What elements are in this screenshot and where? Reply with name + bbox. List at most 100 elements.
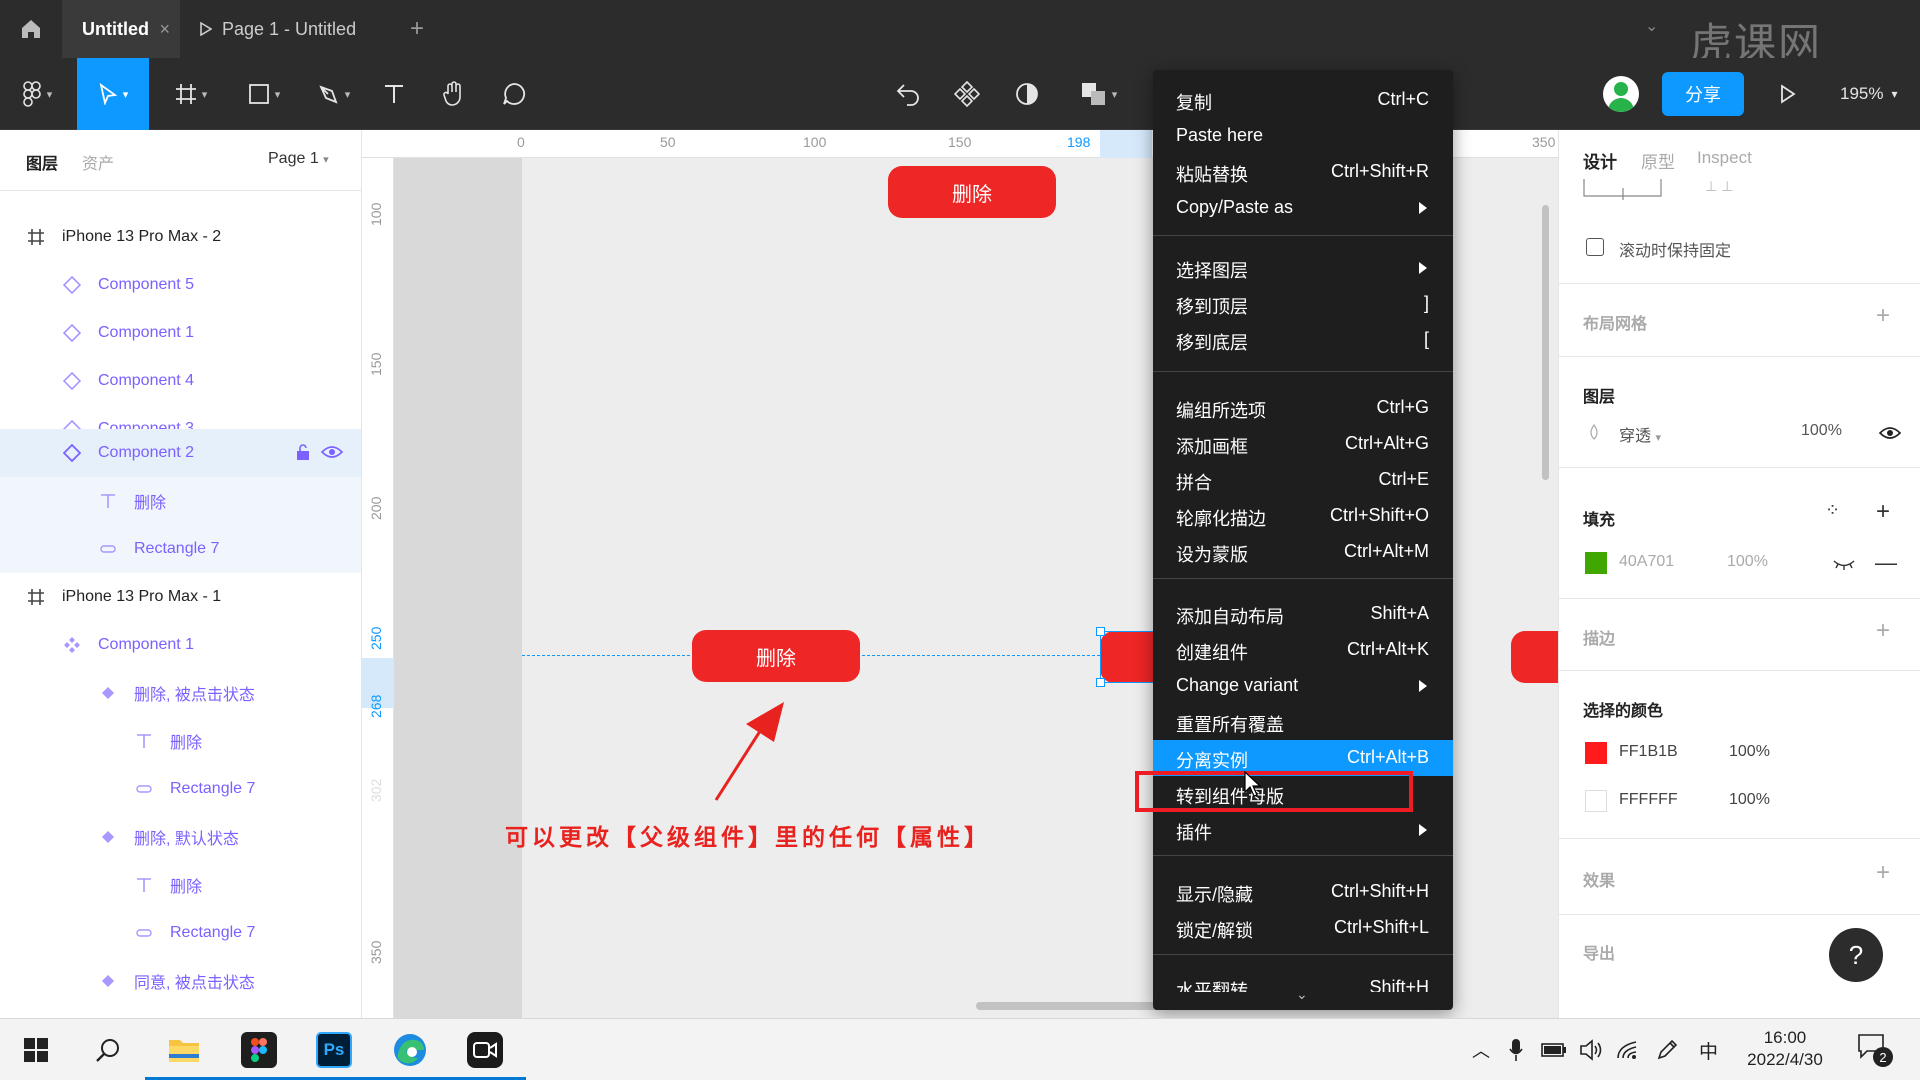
menu-item-show-hide[interactable]: 显示/隐藏 Ctrl+Shift+H xyxy=(1153,874,1453,910)
figma-taskbar-button[interactable] xyxy=(238,1029,280,1071)
text-tool[interactable] xyxy=(378,58,410,130)
selection-color-opacity[interactable]: 100% xyxy=(1729,743,1770,761)
menu-item-send-to-back[interactable]: 移到底层 [ xyxy=(1153,322,1453,358)
menu-item-select-layer[interactable]: 选择图层 xyxy=(1153,250,1453,286)
add-fill-icon[interactable]: + xyxy=(1876,498,1890,526)
selection-color-swatch[interactable] xyxy=(1585,790,1607,812)
fill-swatch[interactable] xyxy=(1585,552,1607,574)
layer-opacity[interactable]: 100% xyxy=(1801,422,1842,440)
menu-item-copy-paste-as[interactable]: Copy/Paste as xyxy=(1153,190,1453,226)
mask-tool[interactable] xyxy=(1011,58,1043,130)
delete-button-instance[interactable]: 删除 xyxy=(692,630,860,682)
edge-taskbar-button[interactable] xyxy=(389,1029,431,1071)
comment-tool[interactable] xyxy=(498,58,530,130)
menu-item-change-variant[interactable]: Change variant xyxy=(1153,668,1453,704)
tab-untitled[interactable]: Untitled × xyxy=(62,0,180,58)
layer-row-rectangle[interactable]: Rectangle 7 xyxy=(0,765,361,813)
menu-item-paste-replace[interactable]: 粘贴替换 Ctrl+Shift+R xyxy=(1153,154,1453,190)
fill-hex[interactable]: 40A701 xyxy=(1619,553,1674,571)
eye-icon[interactable] xyxy=(321,445,343,459)
layer-row-text[interactable]: 删除 xyxy=(0,477,361,525)
file-explorer-button[interactable] xyxy=(163,1029,205,1071)
component-instance-edge[interactable] xyxy=(1511,631,1558,683)
layer-row-frame[interactable]: iPhone 13 Pro Max - 2 xyxy=(0,213,361,261)
scroll-down-chevron-icon[interactable]: ⌄ xyxy=(1296,986,1308,1003)
windows-start-button[interactable] xyxy=(15,1029,57,1071)
menu-item-flatten[interactable]: 拼合 Ctrl+E xyxy=(1153,462,1453,498)
frame-tool[interactable]: ▾ xyxy=(163,58,219,130)
system-clock[interactable]: 16:00 2022/4/30 xyxy=(1740,1027,1830,1071)
help-button[interactable]: ? xyxy=(1829,928,1883,982)
layer-row-variant[interactable]: 删除, 默认状态 xyxy=(0,813,361,861)
layer-row-component[interactable]: Component 4 xyxy=(0,357,361,405)
input-method-indicator[interactable]: 中 xyxy=(1699,1037,1718,1064)
menu-item-use-as-mask[interactable]: 设为蒙版 Ctrl+Alt+M xyxy=(1153,534,1453,570)
tab-inspect[interactable]: Inspect xyxy=(1697,148,1752,168)
menu-item-lock-unlock[interactable]: 锁定/解锁 Ctrl+Shift+L xyxy=(1153,910,1453,946)
menu-item-add-auto-layout[interactable]: 添加自动布局 Shift+A xyxy=(1153,596,1453,632)
menu-item-reset-overrides[interactable]: 重置所有覆盖 xyxy=(1153,704,1453,740)
detach-tool[interactable] xyxy=(892,58,924,130)
shape-tool[interactable]: ▾ xyxy=(236,58,292,130)
layer-row-text[interactable]: 删除 xyxy=(0,861,361,909)
move-tool[interactable]: ▾ xyxy=(77,58,149,130)
layer-row-component[interactable]: Component 1 xyxy=(0,309,361,357)
selection-color-hex[interactable]: FFFFFF xyxy=(1619,791,1678,809)
vertical-scrollbar[interactable] xyxy=(1542,205,1549,480)
tab-assets[interactable]: 资产 xyxy=(82,150,114,174)
layer-row-rectangle[interactable]: Rectangle 7 xyxy=(0,525,361,573)
eye-icon[interactable] xyxy=(1879,426,1901,440)
hand-tool[interactable] xyxy=(438,58,470,130)
page-selector[interactable]: Page 1 ▾ xyxy=(268,150,329,168)
close-tab-icon[interactable]: × xyxy=(159,19,170,40)
menu-item-add-frame[interactable]: 添加画框 Ctrl+Alt+G xyxy=(1153,426,1453,462)
layer-row-component-selected[interactable]: Component 2 xyxy=(0,429,361,477)
present-button[interactable] xyxy=(1775,76,1801,112)
menu-item-outline-stroke[interactable]: 轮廓化描边 Ctrl+Shift+O xyxy=(1153,498,1453,534)
tab-layers[interactable]: 图层 xyxy=(26,150,58,174)
wifi-icon[interactable] xyxy=(1616,1040,1640,1060)
style-grid-icon[interactable]: ⁘ xyxy=(1825,500,1840,521)
tray-overflow-icon[interactable]: ︿ xyxy=(1472,1037,1490,1063)
menu-item-bring-to-front[interactable]: 移到顶层] xyxy=(1153,286,1453,322)
zoom-dropdown[interactable]: 195% ▾ xyxy=(1840,58,1898,130)
resize-handle[interactable] xyxy=(1096,678,1105,687)
search-button[interactable] xyxy=(87,1029,129,1071)
layer-row-variant[interactable]: 同意, 被点击状态 xyxy=(0,957,361,1005)
home-button[interactable] xyxy=(0,0,62,58)
add-stroke-icon[interactable]: + xyxy=(1876,617,1890,645)
add-tab-button[interactable]: + xyxy=(410,0,424,58)
battery-icon[interactable] xyxy=(1541,1042,1567,1058)
menu-item-plugins[interactable]: 插件 xyxy=(1153,812,1453,848)
component-tool[interactable] xyxy=(951,58,983,130)
unlock-icon[interactable] xyxy=(296,444,310,460)
boolean-tool[interactable]: ▾ xyxy=(1071,58,1127,130)
share-button[interactable]: 分享 xyxy=(1662,72,1744,116)
notification-center-button[interactable]: 2 xyxy=(1857,1033,1893,1069)
remove-fill-icon[interactable]: — xyxy=(1875,550,1897,576)
microphone-icon[interactable] xyxy=(1509,1038,1523,1062)
eye-closed-icon[interactable] xyxy=(1833,558,1855,570)
tab-page-1[interactable]: Page 1 - Untitled xyxy=(200,0,356,58)
layer-row-component[interactable]: Component 5 xyxy=(0,261,361,309)
layer-row-text[interactable]: 删除 xyxy=(0,717,361,765)
layer-row-rectangle[interactable]: Rectangle 7 xyxy=(0,909,361,957)
layer-row-variant[interactable]: 删除, 被点击状态 xyxy=(0,669,361,717)
main-menu-button[interactable]: ▾ xyxy=(12,58,62,130)
blend-mode-dropdown[interactable]: 穿透 ▾ xyxy=(1619,422,1661,446)
selection-color-opacity[interactable]: 100% xyxy=(1729,791,1770,809)
speaker-icon[interactable] xyxy=(1580,1039,1604,1061)
recorder-taskbar-button[interactable] xyxy=(464,1029,506,1071)
photoshop-taskbar-button[interactable]: Ps xyxy=(313,1029,355,1071)
add-effect-icon[interactable]: + xyxy=(1876,859,1890,887)
selection-color-swatch[interactable] xyxy=(1585,742,1607,764)
resize-handle[interactable] xyxy=(1096,627,1105,636)
constraints-widget-icon[interactable] xyxy=(1583,178,1663,200)
fill-opacity[interactable]: 100% xyxy=(1727,553,1768,571)
layer-row-frame[interactable]: iPhone 13 Pro Max - 1 xyxy=(0,573,361,621)
tab-design[interactable]: 设计 xyxy=(1583,148,1617,173)
user-avatar[interactable] xyxy=(1603,76,1639,112)
layer-row-component-set[interactable]: Component 1 xyxy=(0,621,361,669)
pen-input-icon[interactable] xyxy=(1656,1039,1678,1061)
menu-item-copy[interactable]: 复制 Ctrl+C xyxy=(1153,82,1453,118)
